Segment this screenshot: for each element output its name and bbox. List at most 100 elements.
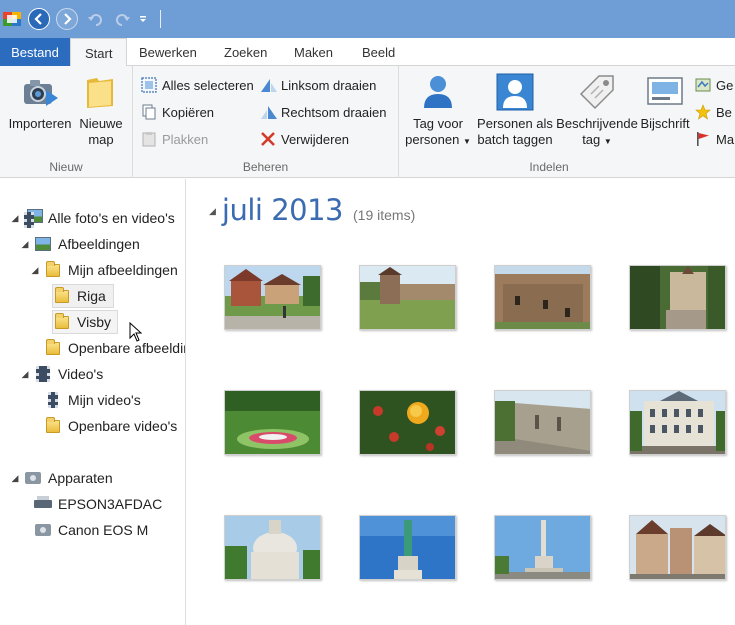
delete-label: Verwijderen bbox=[281, 131, 349, 147]
toolbar-separator bbox=[160, 10, 161, 28]
folder-icon bbox=[44, 261, 62, 279]
group-new: Importeren Nieuwe map Nieuw bbox=[0, 66, 133, 178]
undo-icon[interactable] bbox=[84, 8, 106, 30]
film-icon-shape bbox=[48, 392, 58, 408]
rating-button[interactable]: Be bbox=[695, 101, 732, 123]
tab-view[interactable]: Beeld bbox=[348, 38, 409, 66]
tree-item-public-pictures[interactable]: Openbare afbeeldingen bbox=[44, 336, 185, 360]
tab-search[interactable]: Zoeken bbox=[210, 38, 281, 66]
paste-button[interactable]: Plakken bbox=[141, 128, 208, 150]
picture-icon bbox=[34, 235, 52, 253]
photo-thumbnail[interactable] bbox=[494, 265, 591, 330]
tree-item-videos[interactable]: ◢ Video's bbox=[20, 362, 103, 386]
collapse-arrow-icon[interactable]: ◢ bbox=[209, 206, 216, 217]
tree-item-printer[interactable]: EPSON3AFDAC bbox=[34, 492, 162, 516]
select-all-button[interactable]: Alles selecteren bbox=[141, 74, 254, 96]
copy-button[interactable]: Kopiëren bbox=[141, 101, 214, 123]
tab-edit[interactable]: Bewerken bbox=[125, 38, 211, 66]
ribbon: Importeren Nieuwe map Nieuw Alles select… bbox=[0, 66, 735, 178]
tree-item-public-videos[interactable]: Openbare video's bbox=[44, 414, 177, 438]
delete-button[interactable]: Verwijderen bbox=[260, 128, 349, 150]
back-arrow-icon[interactable] bbox=[28, 8, 50, 30]
caption-button[interactable]: Bijschrift bbox=[639, 72, 691, 132]
film-folder-icon bbox=[44, 391, 62, 409]
forward-arrow-icon[interactable] bbox=[56, 8, 78, 30]
batch-tag-people-button[interactable]: Personen als batch taggen bbox=[475, 72, 555, 148]
rotate-left-button[interactable]: Linksom draaien bbox=[260, 74, 376, 96]
photo-thumbnail[interactable] bbox=[224, 390, 321, 455]
tree-item-my-videos[interactable]: Mijn video's bbox=[44, 388, 141, 412]
film-icon bbox=[34, 365, 52, 383]
collapse-arrow-icon[interactable]: ◢ bbox=[20, 239, 30, 250]
tree-label-devices: Apparaten bbox=[48, 470, 113, 486]
folder-icon bbox=[53, 313, 71, 331]
tab-create[interactable]: Maken bbox=[280, 38, 347, 66]
photo-thumbnail[interactable] bbox=[629, 515, 726, 580]
photos-videos-icon bbox=[24, 209, 43, 228]
globe-icon bbox=[695, 77, 711, 93]
select-all-icon bbox=[141, 77, 157, 93]
photo-thumbnail[interactable] bbox=[629, 390, 726, 455]
photo-thumbnail[interactable] bbox=[359, 515, 456, 580]
rotate-right-label: Rechtsom draaien bbox=[281, 104, 387, 120]
copy-label: Kopiëren bbox=[162, 104, 215, 120]
tree-label-printer: EPSON3AFDAC bbox=[58, 496, 163, 512]
import-button[interactable]: Importeren bbox=[6, 72, 74, 132]
date-group-header[interactable]: ◢ juli 2013 (19 items) bbox=[209, 193, 415, 227]
photo-thumbnail[interactable] bbox=[224, 515, 321, 580]
import-camera-icon bbox=[20, 72, 60, 112]
tree-label-public-pictures: Openbare afbeeldingen bbox=[68, 340, 185, 356]
tree-label-visby: Visby bbox=[77, 314, 111, 330]
picture-icon-shape bbox=[35, 237, 51, 251]
printer-icon bbox=[34, 495, 52, 513]
tag-people-button[interactable]: Tag voor personen ▼ bbox=[403, 72, 473, 150]
tree-item-visby[interactable]: Visby bbox=[52, 310, 118, 334]
geotag-label: Ge bbox=[716, 77, 734, 93]
photo-gallery-app-icon[interactable] bbox=[2, 9, 22, 29]
batch-tag-label-line1: Personen als bbox=[477, 116, 553, 131]
paste-label: Plakken bbox=[162, 131, 209, 147]
photo-thumbnail[interactable] bbox=[629, 265, 726, 330]
rotate-right-button[interactable]: Rechtsom draaien bbox=[260, 101, 387, 123]
tree-item-riga[interactable]: Riga bbox=[52, 284, 114, 308]
geotag-button[interactable]: Ge bbox=[695, 74, 733, 96]
photo-thumbnail[interactable] bbox=[494, 515, 591, 580]
tree-item-my-pictures[interactable]: ◢ Mijn afbeeldingen bbox=[30, 258, 178, 282]
flag-label: Ma bbox=[716, 131, 735, 147]
import-label: Importeren bbox=[8, 116, 72, 131]
redo-icon[interactable] bbox=[112, 8, 134, 30]
photo-thumbnail[interactable] bbox=[359, 265, 456, 330]
photo-thumbnail[interactable] bbox=[359, 390, 456, 455]
descriptive-tag-label-line1: Beschrijvende bbox=[556, 116, 638, 131]
batch-person-icon bbox=[495, 72, 535, 112]
star-icon bbox=[695, 104, 711, 120]
tab-file[interactable]: Bestand bbox=[0, 38, 70, 66]
collapse-arrow-icon[interactable]: ◢ bbox=[10, 473, 20, 484]
photo-thumbnail[interactable] bbox=[224, 265, 321, 330]
delete-x-icon bbox=[260, 131, 276, 147]
photo-thumbnail[interactable] bbox=[494, 390, 591, 455]
rotate-left-icon bbox=[260, 77, 277, 93]
camera-icon-shape bbox=[35, 524, 51, 536]
folder-icon bbox=[53, 287, 71, 305]
new-folder-button[interactable]: Nieuwe map bbox=[76, 72, 126, 148]
new-folder-label-line1: Nieuwe bbox=[79, 116, 123, 131]
collapse-arrow-icon[interactable]: ◢ bbox=[30, 265, 40, 276]
folder-icon-shape bbox=[46, 261, 60, 277]
chevron-down-icon[interactable] bbox=[136, 8, 150, 30]
tab-start[interactable]: Start bbox=[70, 38, 128, 67]
tree-label-riga: Riga bbox=[77, 288, 106, 304]
tree-item-devices[interactable]: ◢ Apparaten bbox=[10, 466, 113, 490]
tree-item-all[interactable]: ◢ Alle foto's en video's bbox=[10, 206, 175, 230]
group-label-manage: Beheren bbox=[242, 160, 289, 174]
tree-label-public-videos: Openbare video's bbox=[68, 418, 178, 434]
collapse-arrow-icon[interactable]: ◢ bbox=[20, 369, 30, 380]
descriptive-tag-button[interactable]: Beschrijvende tag ▼ bbox=[556, 72, 638, 150]
tree-item-camera[interactable]: Canon EOS M bbox=[34, 518, 148, 542]
group-manage: Alles selecteren Kopiëren Plakken Linkso… bbox=[133, 66, 399, 178]
tree-item-pictures[interactable]: ◢ Afbeeldingen bbox=[20, 232, 140, 256]
flag-button[interactable]: Ma bbox=[695, 128, 734, 150]
flag-icon bbox=[695, 131, 711, 147]
film-icon-front bbox=[24, 212, 34, 228]
collapse-arrow-icon[interactable]: ◢ bbox=[10, 213, 20, 224]
